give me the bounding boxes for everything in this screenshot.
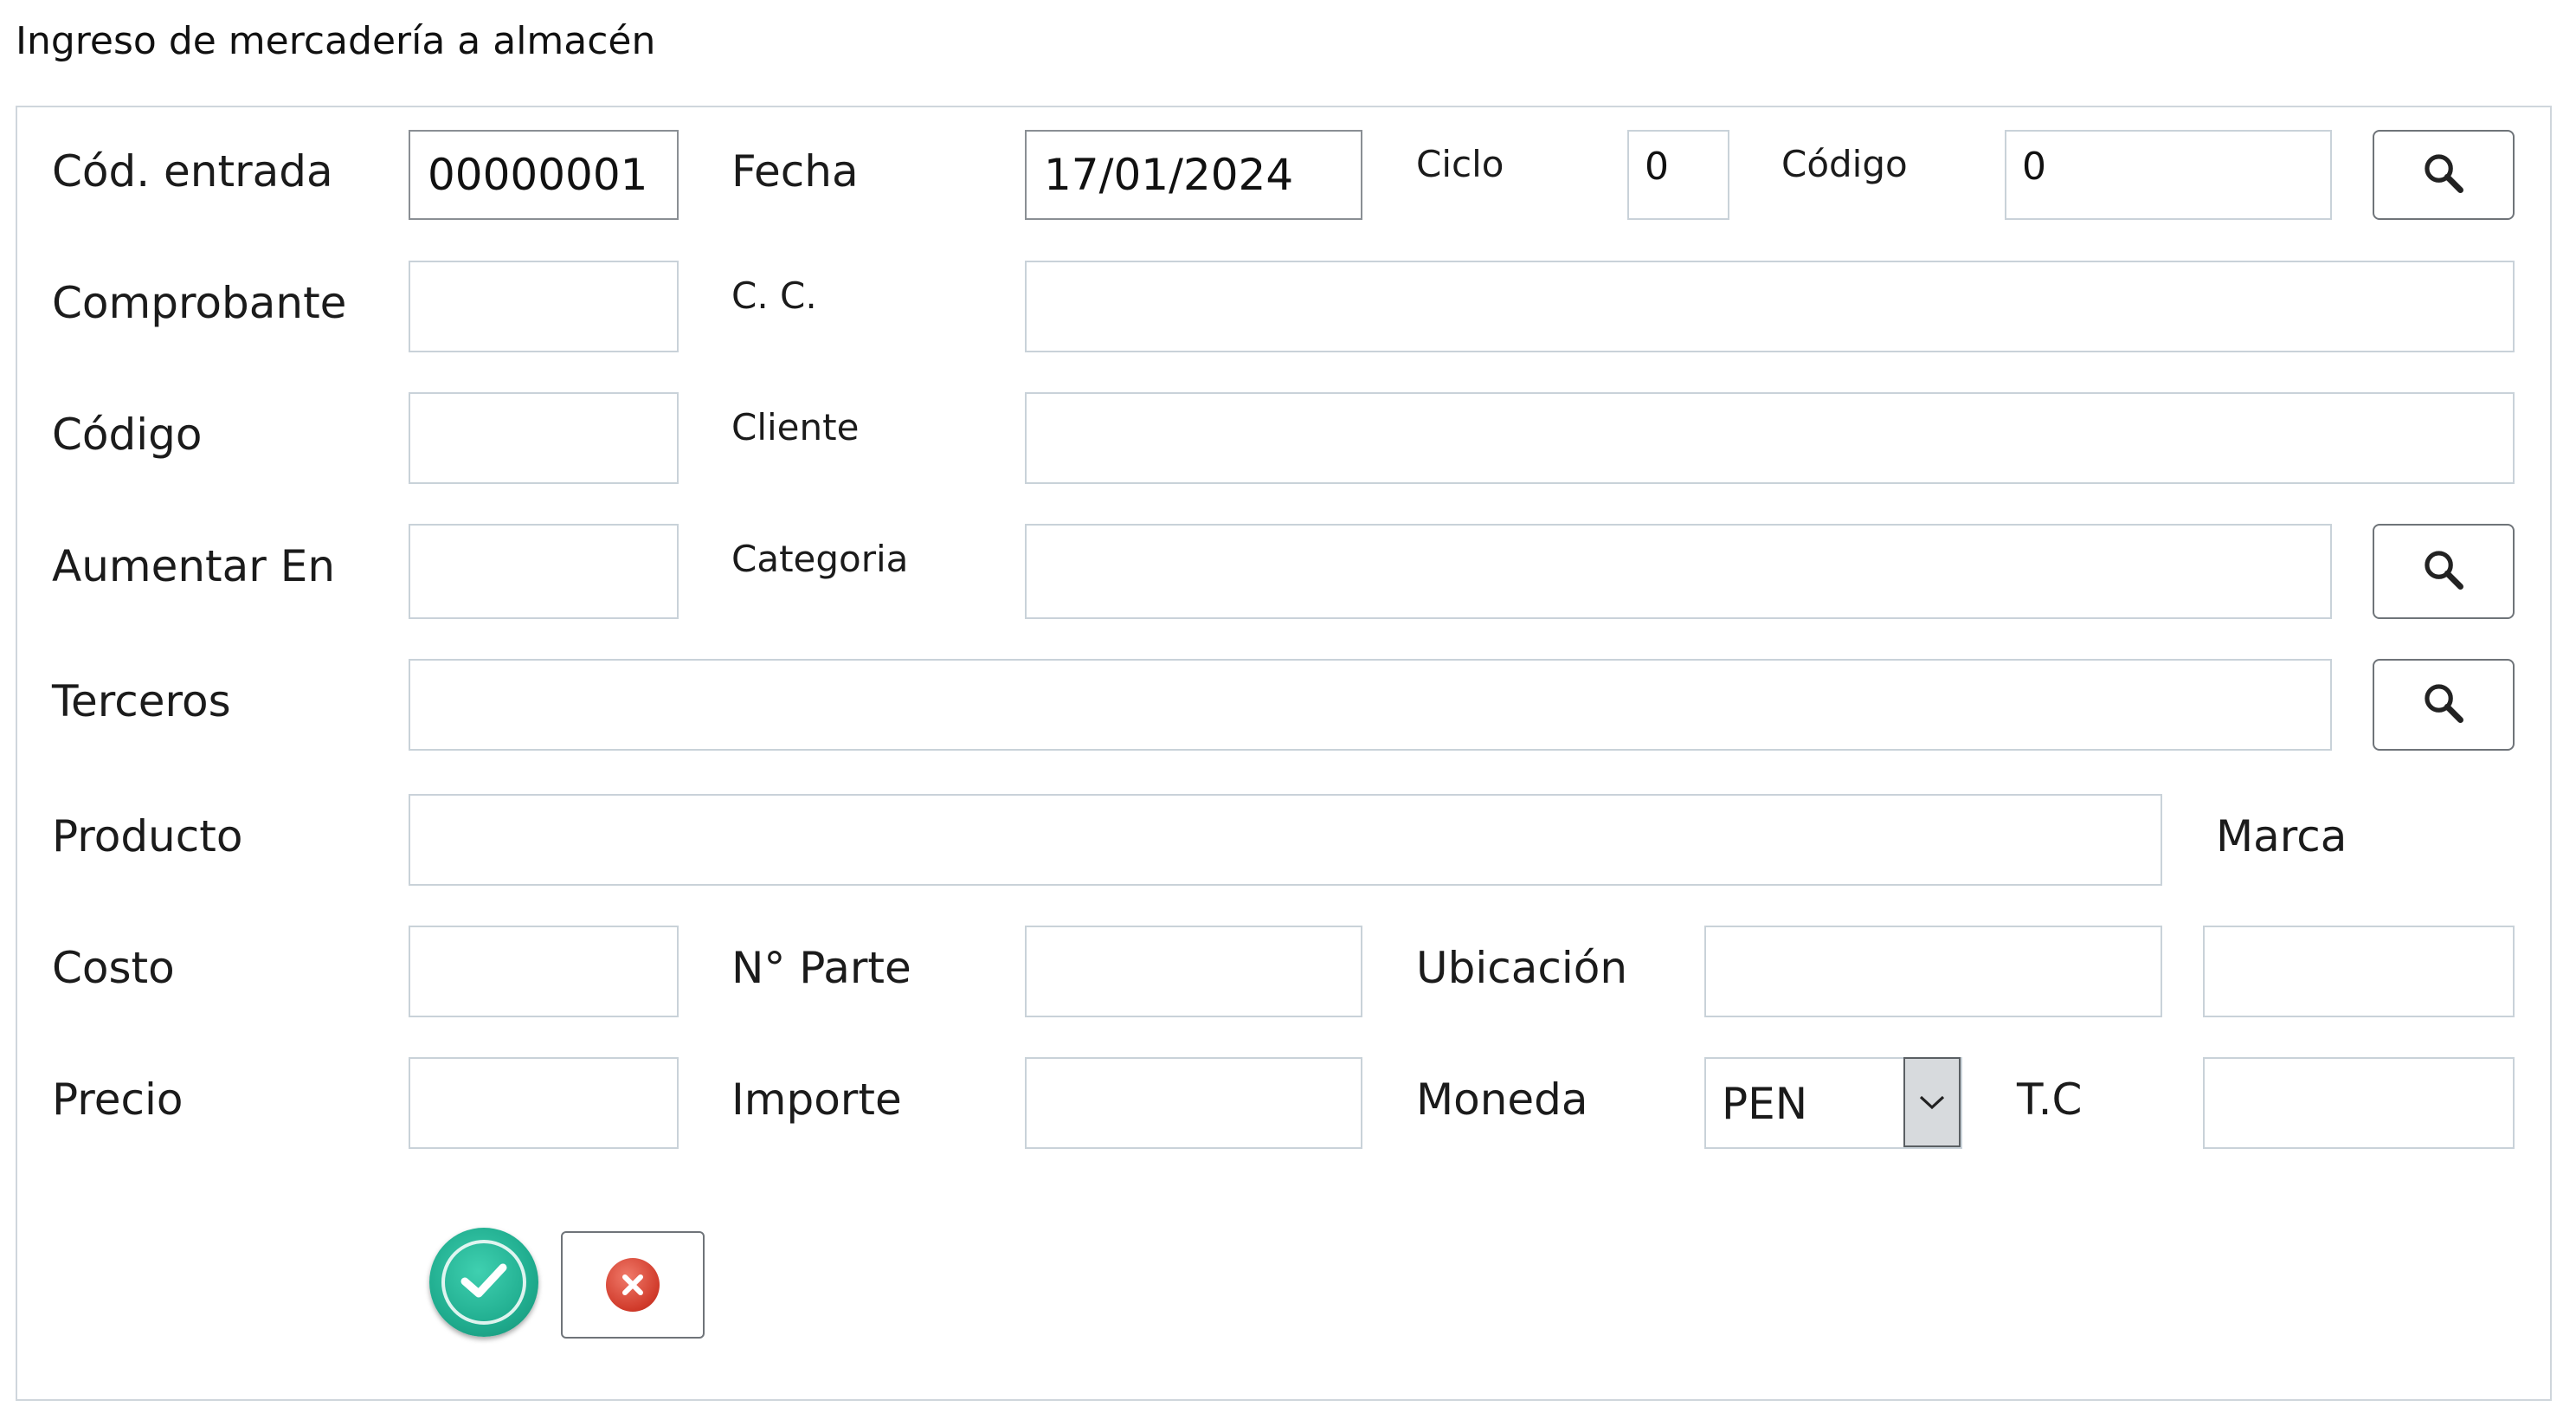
codigo-top-field[interactable]: 0 <box>2005 130 2332 220</box>
fecha-label: Fecha <box>731 146 859 197</box>
close-circle-icon <box>606 1258 660 1312</box>
producto-field[interactable] <box>409 794 2162 886</box>
aumentar-en-label: Aumentar En <box>52 541 336 591</box>
comprobante-label: Comprobante <box>52 278 347 328</box>
fecha-field[interactable]: 17/01/2024 <box>1025 130 1362 220</box>
costo-field[interactable] <box>409 926 679 1017</box>
aumentar-en-field[interactable] <box>409 524 679 619</box>
moneda-label: Moneda <box>1416 1074 1588 1125</box>
codigo-top-label: Código <box>1781 143 1908 185</box>
cod-entrada-label: Cód. entrada <box>52 146 333 197</box>
marca-label: Marca <box>2216 811 2347 861</box>
cod-entrada-field[interactable]: 00000001 <box>409 130 679 220</box>
check-circle-icon <box>458 1259 510 1306</box>
importe-label: Importe <box>731 1074 902 1125</box>
n-parte-label: N° Parte <box>731 943 911 993</box>
importe-field[interactable] <box>1025 1057 1362 1149</box>
cc-label: C. C. <box>731 274 817 317</box>
producto-label: Producto <box>52 811 243 861</box>
search-categoria-button[interactable] <box>2373 524 2515 619</box>
search-icon <box>2421 151 2466 199</box>
categoria-label: Categoria <box>731 538 909 580</box>
codigo-label: Código <box>52 410 203 460</box>
cc-field[interactable] <box>1025 261 2515 352</box>
ubicacion-field[interactable] <box>1704 926 2162 1017</box>
precio-field[interactable] <box>409 1057 679 1149</box>
ciclo-field[interactable]: 0 <box>1627 130 1729 220</box>
search-codigo-button[interactable] <box>2373 130 2515 220</box>
precio-label: Precio <box>52 1074 184 1125</box>
cliente-label: Cliente <box>731 406 860 448</box>
chevron-down-icon[interactable] <box>1903 1057 1961 1147</box>
terceros-field[interactable] <box>409 659 2332 751</box>
ubicacion-label: Ubicación <box>1416 943 1628 993</box>
confirm-button[interactable] <box>429 1228 538 1337</box>
search-terceros-button[interactable] <box>2373 659 2515 751</box>
moneda-select[interactable]: PEN <box>1704 1057 1962 1149</box>
codigo-field[interactable] <box>409 392 679 484</box>
cancel-button[interactable] <box>561 1231 705 1339</box>
categoria-field[interactable] <box>1025 524 2332 619</box>
tc-label: T.C <box>2017 1074 2083 1125</box>
marca-field[interactable] <box>2203 926 2515 1017</box>
search-icon <box>2421 547 2466 596</box>
search-icon <box>2421 681 2466 729</box>
moneda-selected-value: PEN <box>1722 1079 1808 1129</box>
costo-label: Costo <box>52 943 175 993</box>
tc-field[interactable] <box>2203 1057 2515 1149</box>
terceros-label: Terceros <box>52 676 231 726</box>
cliente-field[interactable] <box>1025 392 2515 484</box>
n-parte-field[interactable] <box>1025 926 1362 1017</box>
window-title: Ingreso de mercadería a almacén <box>16 19 656 63</box>
comprobante-field[interactable] <box>409 261 679 352</box>
ciclo-label: Ciclo <box>1416 143 1504 185</box>
